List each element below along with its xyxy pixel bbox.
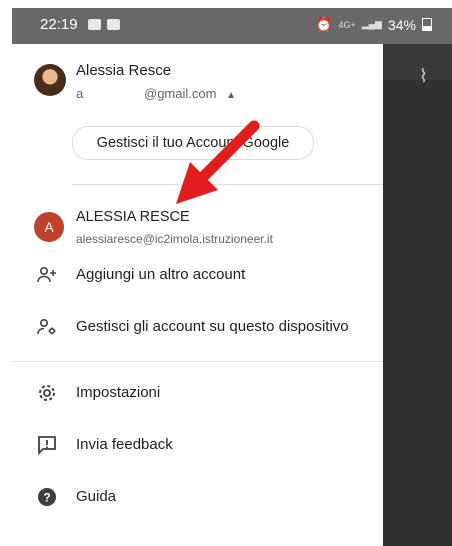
red-arrow-annotation: [176, 120, 260, 204]
account-name: Alessia Resce: [76, 62, 172, 79]
add-account-label: Aggiungi un altro account: [76, 266, 246, 283]
chevron-up-icon[interactable]: ▲: [226, 90, 236, 101]
feedback-icon: [36, 435, 58, 455]
add-account-item[interactable]: Aggiungi un altro account: [12, 255, 383, 295]
manage-accounts-item[interactable]: Gestisci gli account su questo dispositi…: [12, 307, 383, 347]
battery-percent: 34%: [387, 16, 416, 33]
alarm-icon: ⏰: [315, 16, 333, 32]
network-label: 4G+: [338, 19, 356, 30]
svg-text:?: ?: [43, 491, 50, 505]
cast-icon[interactable]: ⌇: [419, 66, 428, 87]
status-right: ⏰ 4G+ ▂▄▆ 34%: [315, 16, 432, 33]
message-icon: [107, 19, 120, 30]
avatar: [34, 64, 66, 96]
help-label: Guida: [76, 488, 117, 505]
gallery-icon: [88, 19, 101, 30]
manage-accounts-label: Gestisci gli account su questo dispositi…: [76, 318, 349, 335]
second-account-email: alessiaresce@ic2imola.istruzioneer.it: [76, 232, 273, 246]
battery-icon: [422, 18, 432, 31]
second-account-avatar[interactable]: A: [34, 212, 64, 242]
feedback-item[interactable]: Invia feedback: [12, 425, 383, 465]
background-app-area[interactable]: ⌇: [383, 44, 452, 546]
gear-icon: [36, 383, 58, 403]
status-bar: 22:19 ⏰ 4G+ ▂▄▆ 34%: [12, 8, 452, 44]
second-account-name[interactable]: ALESSIA RESCE: [76, 209, 190, 225]
settings-label: Impostazioni: [76, 384, 161, 401]
email-prefix: a: [76, 86, 84, 101]
help-item[interactable]: ? Guida: [12, 477, 383, 517]
add-person-icon: [36, 265, 58, 285]
email-domain: @gmail.com: [144, 86, 217, 101]
account-email-row[interactable]: a @gmail.com ▲: [76, 86, 236, 101]
status-time: 22:19: [40, 16, 78, 33]
background-app-header: [383, 44, 452, 80]
help-icon: ?: [36, 487, 58, 507]
settings-item[interactable]: Impostazioni: [12, 373, 383, 413]
manage-accounts-icon: [36, 317, 58, 337]
feedback-label: Invia feedback: [76, 436, 173, 453]
phone-screen: 22:19 ⏰ 4G+ ▂▄▆ 34% ⌇ Alessia Resce a @gm…: [12, 8, 452, 546]
signal-icon: ▂▄▆: [361, 19, 382, 29]
divider: [12, 361, 383, 362]
